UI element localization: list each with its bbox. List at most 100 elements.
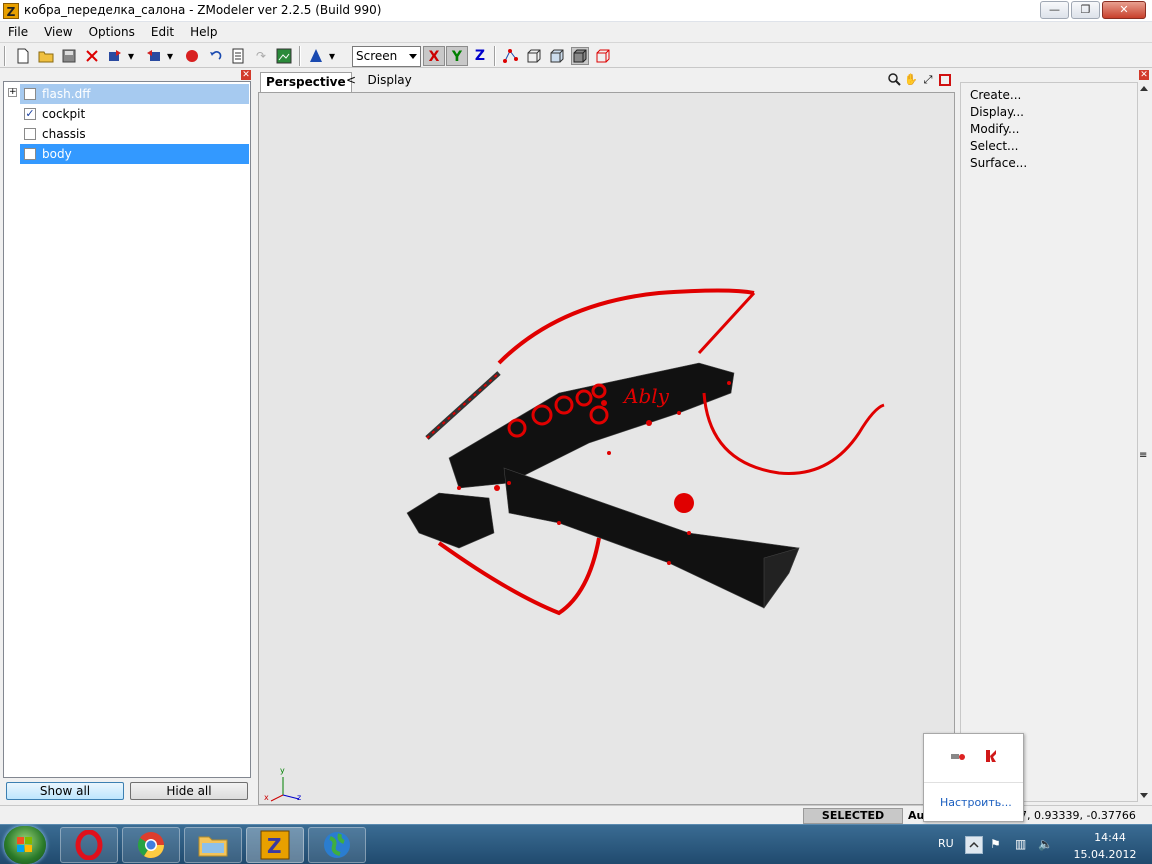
minimize-button[interactable]: — bbox=[1040, 1, 1069, 19]
open-file-icon[interactable] bbox=[37, 47, 55, 65]
axis-x-toggle[interactable]: X bbox=[423, 46, 445, 66]
show-all-button[interactable]: Show all bbox=[6, 782, 124, 800]
tree-item-chassis[interactable]: chassis bbox=[20, 124, 249, 144]
tree-item-flash-dff[interactable]: flash.dff bbox=[20, 84, 249, 104]
tab-perspective[interactable]: Perspective bbox=[260, 72, 352, 92]
3d-viewport[interactable]: Ably y x z bbox=[258, 92, 955, 805]
menu-bar: File View Options Edit Help bbox=[0, 22, 1152, 42]
record-icon[interactable] bbox=[183, 47, 201, 65]
toolbar-separator bbox=[299, 46, 301, 66]
save-icon[interactable] bbox=[60, 47, 78, 65]
maximize-button[interactable]: ❐ bbox=[1071, 1, 1100, 19]
menu-view[interactable]: View bbox=[36, 25, 80, 39]
vertex-mode-icon[interactable] bbox=[502, 47, 520, 65]
breadcrumb: < Display bbox=[346, 73, 412, 87]
snap-mode-select[interactable]: Screen bbox=[352, 46, 421, 67]
language-indicator[interactable]: RU bbox=[938, 837, 954, 850]
zmodeler-app-icon[interactable]: Z bbox=[3, 3, 19, 19]
fit-view-icon[interactable]: ⤢ bbox=[920, 72, 936, 88]
menu-edit[interactable]: Edit bbox=[143, 25, 182, 39]
dashboard-logo-mark: Ably bbox=[622, 384, 670, 408]
scroll-grip-icon[interactable]: ≡ bbox=[1139, 450, 1147, 461]
axis-y-toggle[interactable]: Y bbox=[446, 46, 468, 66]
start-button[interactable] bbox=[4, 826, 46, 864]
visibility-checkbox[interactable] bbox=[24, 128, 36, 140]
import-icon[interactable] bbox=[106, 47, 124, 65]
back-arrow-icon[interactable]: < bbox=[346, 73, 356, 87]
menu-help[interactable]: Help bbox=[182, 25, 225, 39]
expand-icon[interactable]: + bbox=[8, 88, 17, 97]
tree-item-cockpit[interactable]: ✓ cockpit bbox=[20, 104, 249, 124]
window-title: кобра_переделка_салона - ZModeler ver 2.… bbox=[24, 3, 382, 17]
command-modify[interactable]: Modify... bbox=[970, 122, 1020, 136]
new-file-icon[interactable] bbox=[14, 47, 32, 65]
undo-icon[interactable] bbox=[206, 47, 224, 65]
taskbar-explorer[interactable] bbox=[184, 827, 242, 863]
scroll-up-icon[interactable] bbox=[1140, 86, 1148, 91]
zoom-icon[interactable] bbox=[886, 72, 902, 88]
clock-date[interactable]: 15.04.2012 bbox=[1070, 848, 1140, 861]
command-create[interactable]: Create... bbox=[970, 88, 1021, 102]
pivot-icon[interactable] bbox=[307, 47, 325, 65]
render-icon[interactable] bbox=[275, 47, 293, 65]
object-tree[interactable]: + flash.dff ✓ cockpit chassis body bbox=[3, 81, 251, 778]
command-display[interactable]: Display... bbox=[970, 105, 1024, 119]
tree-item-body[interactable]: body bbox=[20, 144, 249, 164]
properties-icon[interactable] bbox=[229, 47, 247, 65]
axis-z-toggle[interactable]: Z bbox=[469, 46, 491, 66]
export-icon[interactable] bbox=[145, 47, 163, 65]
viewport-header: Perspective < Display ✋ ⤢ bbox=[258, 70, 955, 92]
antivirus-tray-icon[interactable] bbox=[984, 749, 998, 767]
cursor-coordinates: 7, 0.93339, -0.37766 bbox=[1020, 809, 1136, 822]
selected-mode-indicator[interactable]: SELECTED MODE bbox=[803, 808, 903, 836]
flag-alert-icon[interactable]: ⚑ bbox=[990, 837, 1001, 851]
chrome-icon bbox=[137, 832, 165, 859]
tree-item-label: flash.dff bbox=[42, 87, 91, 101]
tree-item-label: body bbox=[42, 147, 72, 161]
maximize-viewport-icon[interactable] bbox=[939, 74, 951, 86]
tray-overflow-popup: Настроить... bbox=[923, 733, 1024, 822]
pan-hand-icon[interactable]: ✋ bbox=[903, 72, 919, 88]
command-surface[interactable]: Surface... bbox=[970, 156, 1027, 170]
face-mode-icon[interactable] bbox=[548, 47, 566, 65]
command-select[interactable]: Select... bbox=[970, 139, 1018, 153]
visibility-checkbox[interactable] bbox=[24, 148, 36, 160]
gizmo-x-label: x bbox=[264, 793, 269, 802]
hide-all-button[interactable]: Hide all bbox=[130, 782, 248, 800]
export-dropdown-icon[interactable]: ▾ bbox=[165, 47, 175, 65]
globe-icon bbox=[324, 832, 350, 858]
command-panel-scrollbar[interactable]: ≡ bbox=[1138, 82, 1150, 802]
taskbar-chrome[interactable] bbox=[122, 827, 180, 863]
volume-icon[interactable]: 🔈 bbox=[1038, 837, 1053, 851]
visibility-checkbox[interactable]: ✓ bbox=[24, 108, 36, 120]
cockpit-model-render: Ably bbox=[406, 288, 885, 616]
taskbar-opera[interactable] bbox=[60, 827, 118, 863]
edge-mode-icon[interactable] bbox=[525, 47, 543, 65]
network-tray-icon[interactable] bbox=[950, 749, 966, 767]
toolbar-grip bbox=[4, 46, 6, 66]
taskbar-globe[interactable] bbox=[308, 827, 366, 863]
menu-file[interactable]: File bbox=[0, 25, 36, 39]
network-icon[interactable]: ▥ bbox=[1015, 837, 1026, 851]
delete-icon[interactable] bbox=[83, 47, 101, 65]
menu-options[interactable]: Options bbox=[81, 25, 143, 39]
object-mode-icon[interactable] bbox=[571, 47, 589, 65]
status-mode-prefix: Au bbox=[908, 809, 925, 822]
customize-tray-link[interactable]: Настроить... bbox=[940, 796, 1012, 809]
import-dropdown-icon[interactable]: ▾ bbox=[126, 47, 136, 65]
scroll-down-icon[interactable] bbox=[1140, 793, 1148, 798]
breadcrumb-display[interactable]: Display bbox=[368, 73, 412, 87]
close-icon[interactable]: ✕ bbox=[241, 70, 251, 80]
tree-item-label: cockpit bbox=[42, 107, 86, 121]
show-hidden-icons-button[interactable] bbox=[965, 836, 983, 854]
redo-icon[interactable]: ↷ bbox=[252, 47, 270, 65]
viewport-tools: ✋ ⤢ bbox=[885, 72, 951, 88]
main-toolbar: ▾ ▾ ↷ ▾ Screen X Y Z bbox=[0, 42, 1152, 68]
mesh-mode-icon[interactable] bbox=[594, 47, 612, 65]
clock-time[interactable]: 14:44 bbox=[1080, 831, 1140, 844]
close-button[interactable]: ✕ bbox=[1102, 1, 1146, 19]
taskbar-zmodeler[interactable]: Z bbox=[246, 827, 304, 863]
pivot-dropdown-icon[interactable]: ▾ bbox=[327, 47, 337, 65]
visibility-checkbox[interactable] bbox=[24, 88, 36, 100]
close-icon[interactable]: ✕ bbox=[1139, 70, 1149, 80]
